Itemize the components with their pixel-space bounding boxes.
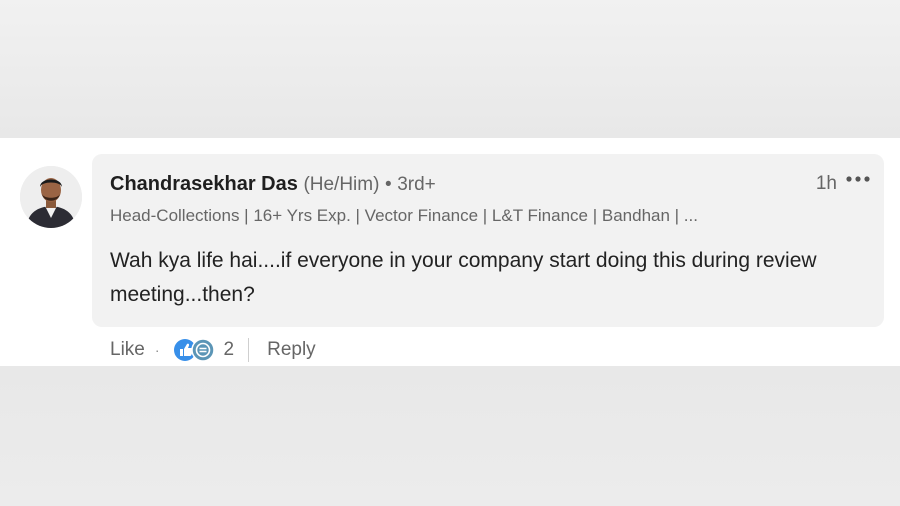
comment-timestamp: 1h (815, 173, 837, 194)
background-top (0, 0, 900, 138)
avatar[interactable] (20, 166, 82, 228)
reply-button[interactable]: Reply (267, 339, 316, 361)
comment-item: Chandrasekhar Das (He/Him) • 3rd+ 1h Hea… (0, 138, 900, 366)
comment-bubble: Chandrasekhar Das (He/Him) • 3rd+ 1h Hea… (92, 154, 884, 327)
action-divider (248, 338, 250, 362)
ellipsis-icon (846, 176, 870, 182)
like-button[interactable]: Like (110, 339, 145, 361)
separator-dot: • (385, 174, 392, 195)
action-separator-dot: · (154, 342, 160, 358)
reaction-count: 2 (223, 339, 235, 360)
background-bottom (0, 366, 900, 506)
author-headline: Head-Collections | 16+ Yrs Exp. | Vector… (110, 206, 698, 225)
more-options-button[interactable] (844, 168, 872, 190)
support-reaction-icon (190, 338, 215, 362)
author-name[interactable]: Chandrasekhar Das (110, 173, 298, 195)
reaction-icons (173, 338, 215, 362)
comment-actions: Like · 2 Reply (110, 335, 316, 365)
comment-text: Wah kya life hai....if everyone in your … (110, 249, 817, 306)
connection-degree: 3rd+ (397, 174, 436, 195)
reactions-summary[interactable]: 2 (173, 338, 235, 362)
author-line: Chandrasekhar Das (He/Him) • 3rd+ (110, 173, 436, 196)
author-pronouns: (He/Him) (303, 174, 380, 195)
avatar-image (20, 166, 82, 228)
